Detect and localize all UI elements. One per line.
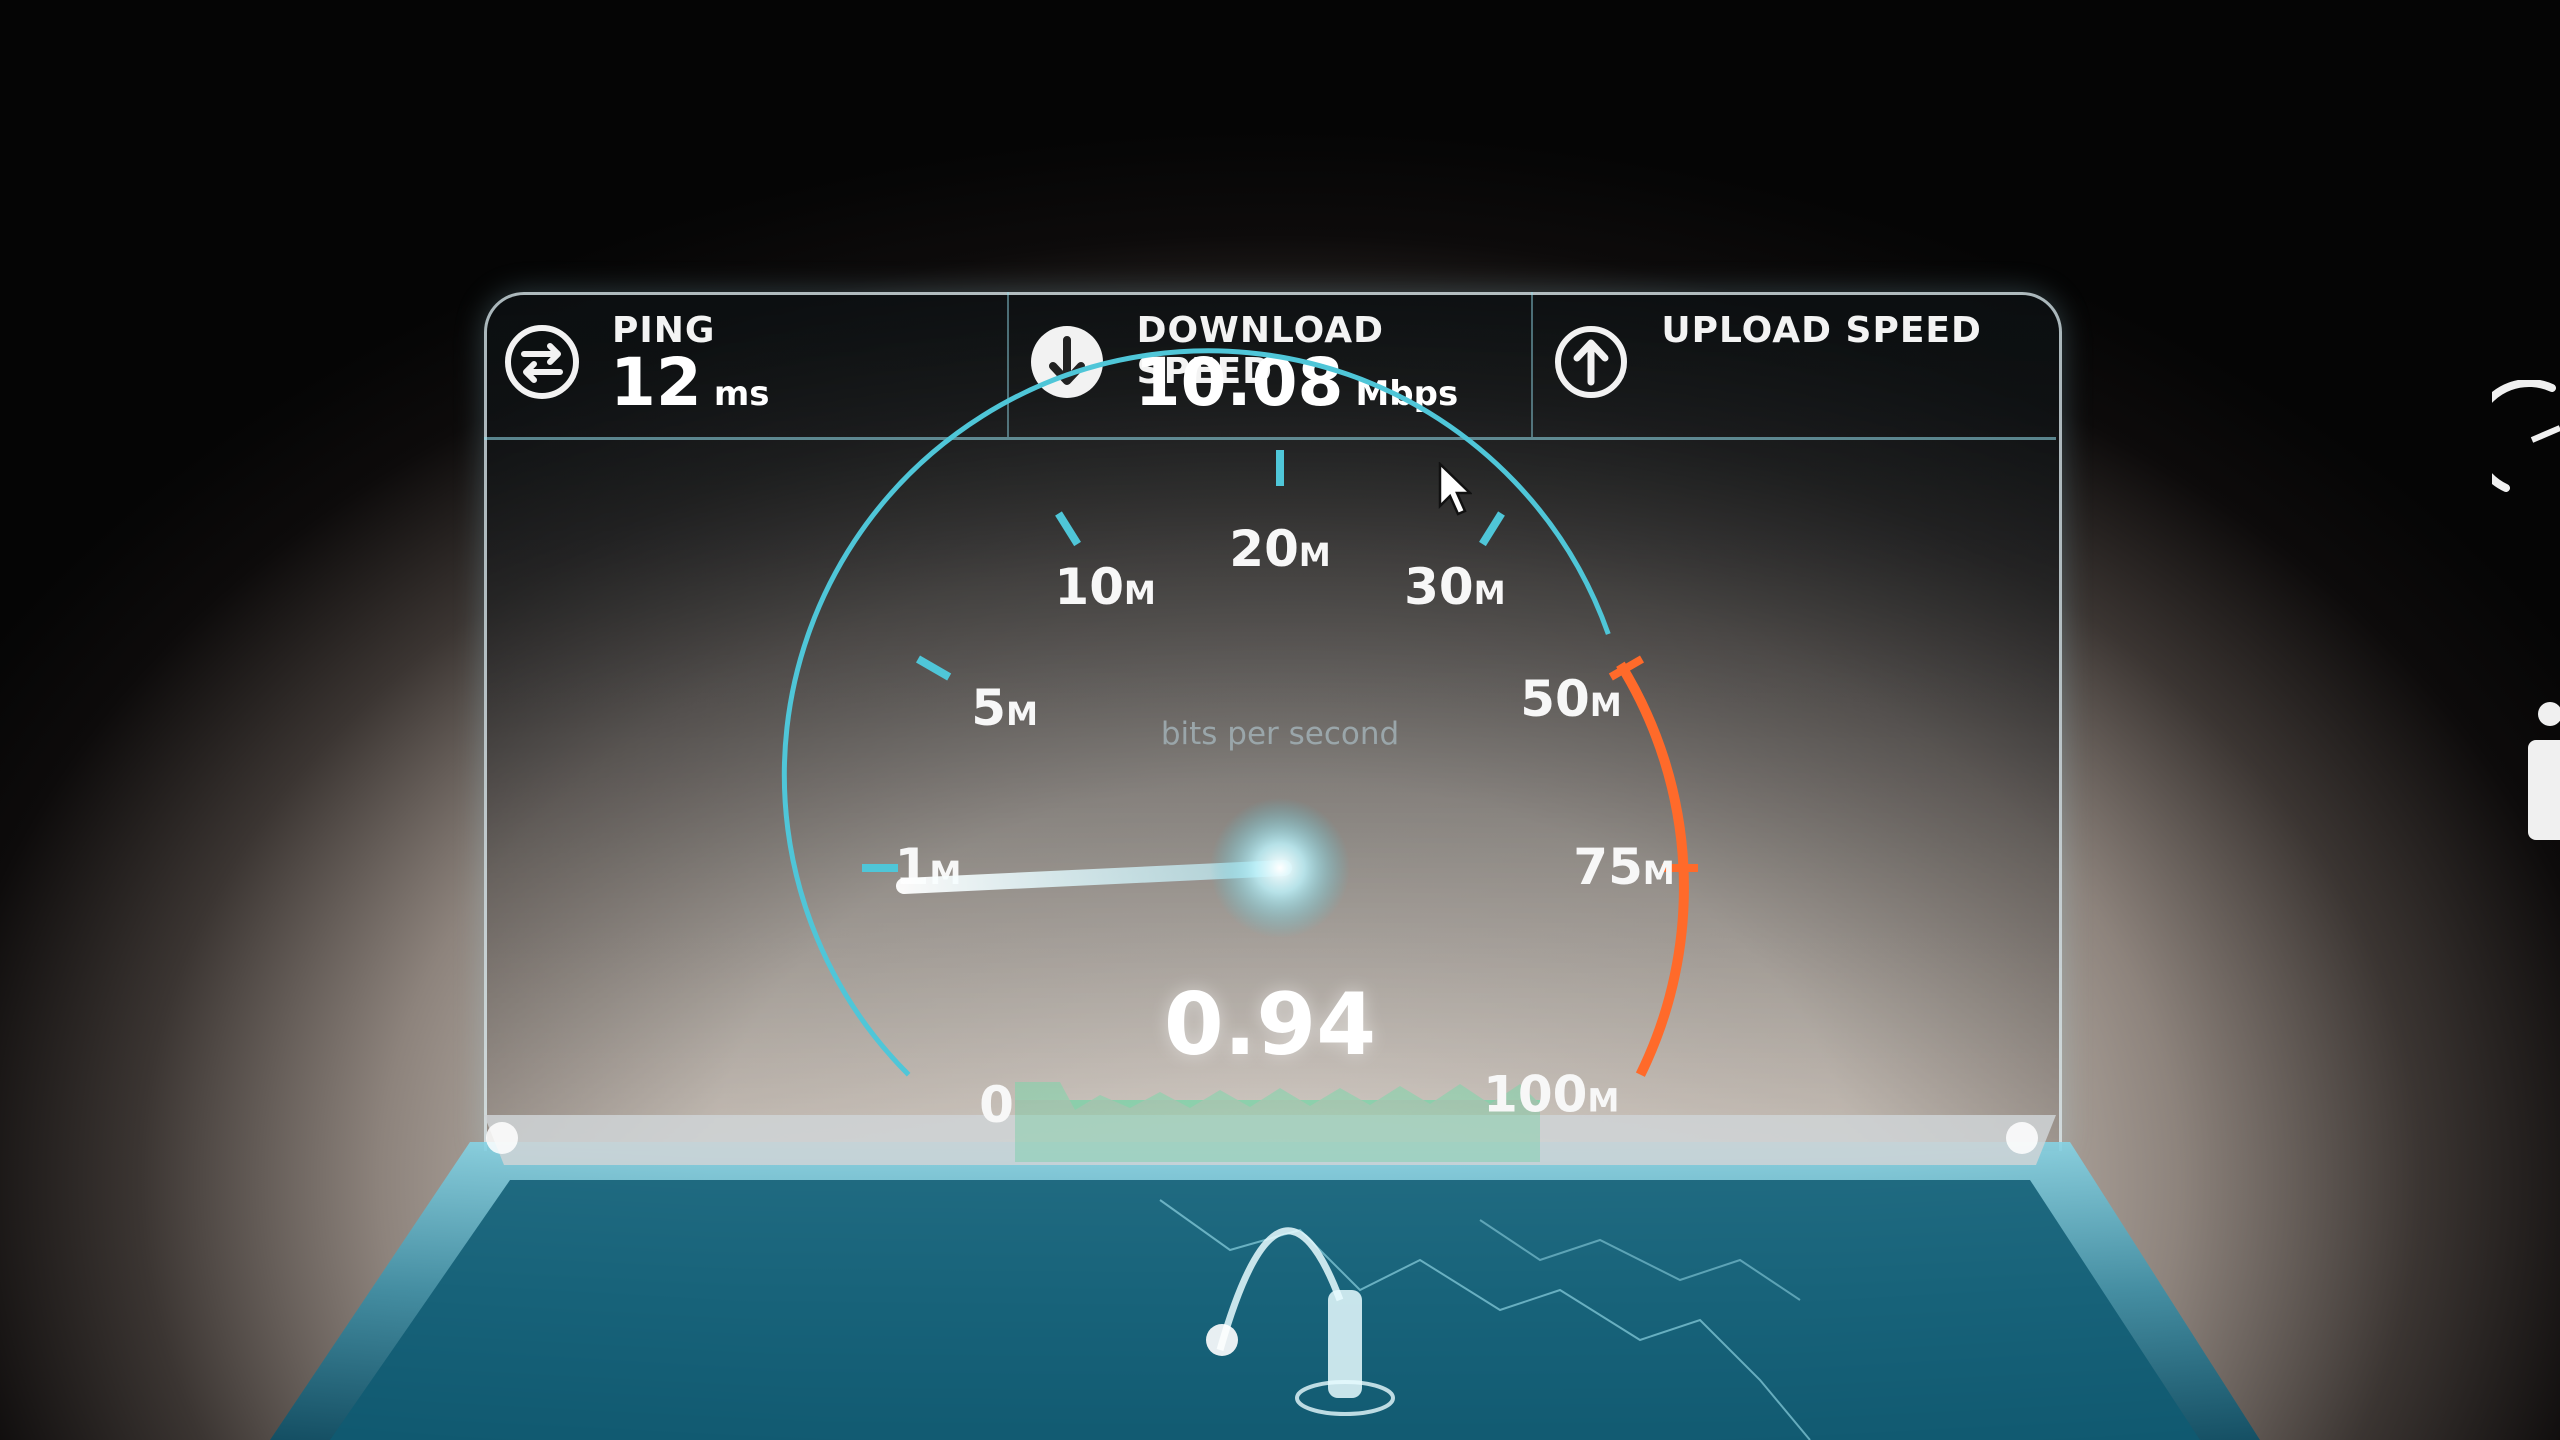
- gauge-tick-mark: [916, 655, 952, 681]
- gauge-tick-label: 100M: [1483, 1066, 1619, 1124]
- gauge-tick-label: 75M: [1573, 838, 1674, 896]
- gauge-tick-label: 20M: [1229, 520, 1330, 578]
- gauge-tick-mark: [1055, 511, 1081, 547]
- map-platform: [270, 1142, 2260, 1440]
- needle-hub: [1210, 798, 1350, 938]
- gauge-tick-label: 5M: [971, 679, 1038, 737]
- activity-graph: [1015, 1082, 1540, 1162]
- side-gauge-icon[interactable]: [2492, 380, 2560, 500]
- gauge-tick-label: 30M: [1404, 558, 1505, 616]
- gauge-tick-mark: [1479, 511, 1505, 547]
- mouse-cursor-icon: [1438, 462, 1472, 516]
- gauge-unit-caption: bits per second: [1160, 716, 1400, 752]
- side-user-icon[interactable]: [2520, 700, 2560, 850]
- gauge-arc-low: [781, 348, 1611, 1077]
- gauge-tick-label: 10M: [1054, 558, 1155, 616]
- gauge-tick-label: 50M: [1520, 670, 1621, 728]
- gauge-tick-label: 0: [979, 1076, 1014, 1134]
- gauge-current-value: 0.94: [1163, 975, 1377, 1075]
